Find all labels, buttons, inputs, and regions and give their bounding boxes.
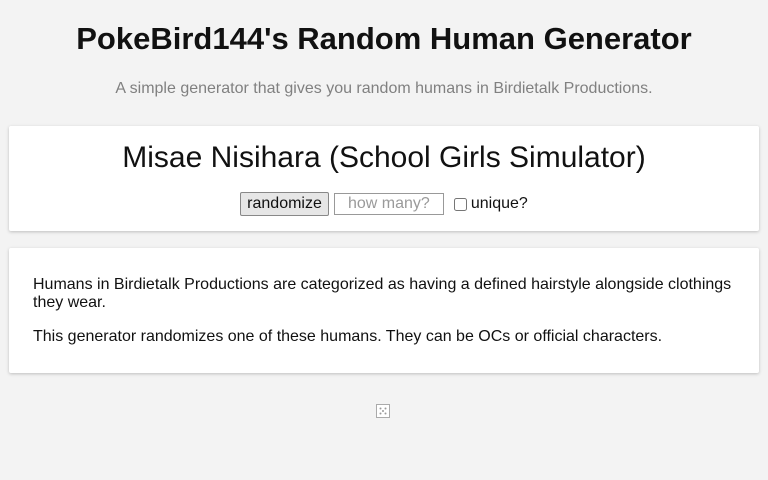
generated-result: Misae Nisihara (School Girls Simulator) xyxy=(122,141,646,174)
unique-checkbox[interactable] xyxy=(453,197,467,211)
page-title: PokeBird144's Random Human Generator xyxy=(76,21,692,56)
randomize-button[interactable]: randomize xyxy=(240,192,329,216)
info-paragraph: This generator randomizes one of these h… xyxy=(33,328,663,345)
page-subtitle: A simple generator that gives you random… xyxy=(115,80,653,97)
how-many-input[interactable] xyxy=(333,193,444,215)
dice-icon-glyph xyxy=(379,407,387,415)
info-paragraph: Humans in Birdietalk Productions are cat… xyxy=(33,276,732,311)
generator-controls: randomize unique? xyxy=(9,192,759,216)
dice-icon[interactable] xyxy=(376,404,390,418)
unique-label: unique? xyxy=(470,195,528,212)
info-card: Humans in Birdietalk Productions are cat… xyxy=(9,248,759,373)
unique-toggle[interactable]: unique? xyxy=(452,195,528,213)
generator-card: Misae Nisihara (School Girls Simulator) … xyxy=(9,126,759,231)
